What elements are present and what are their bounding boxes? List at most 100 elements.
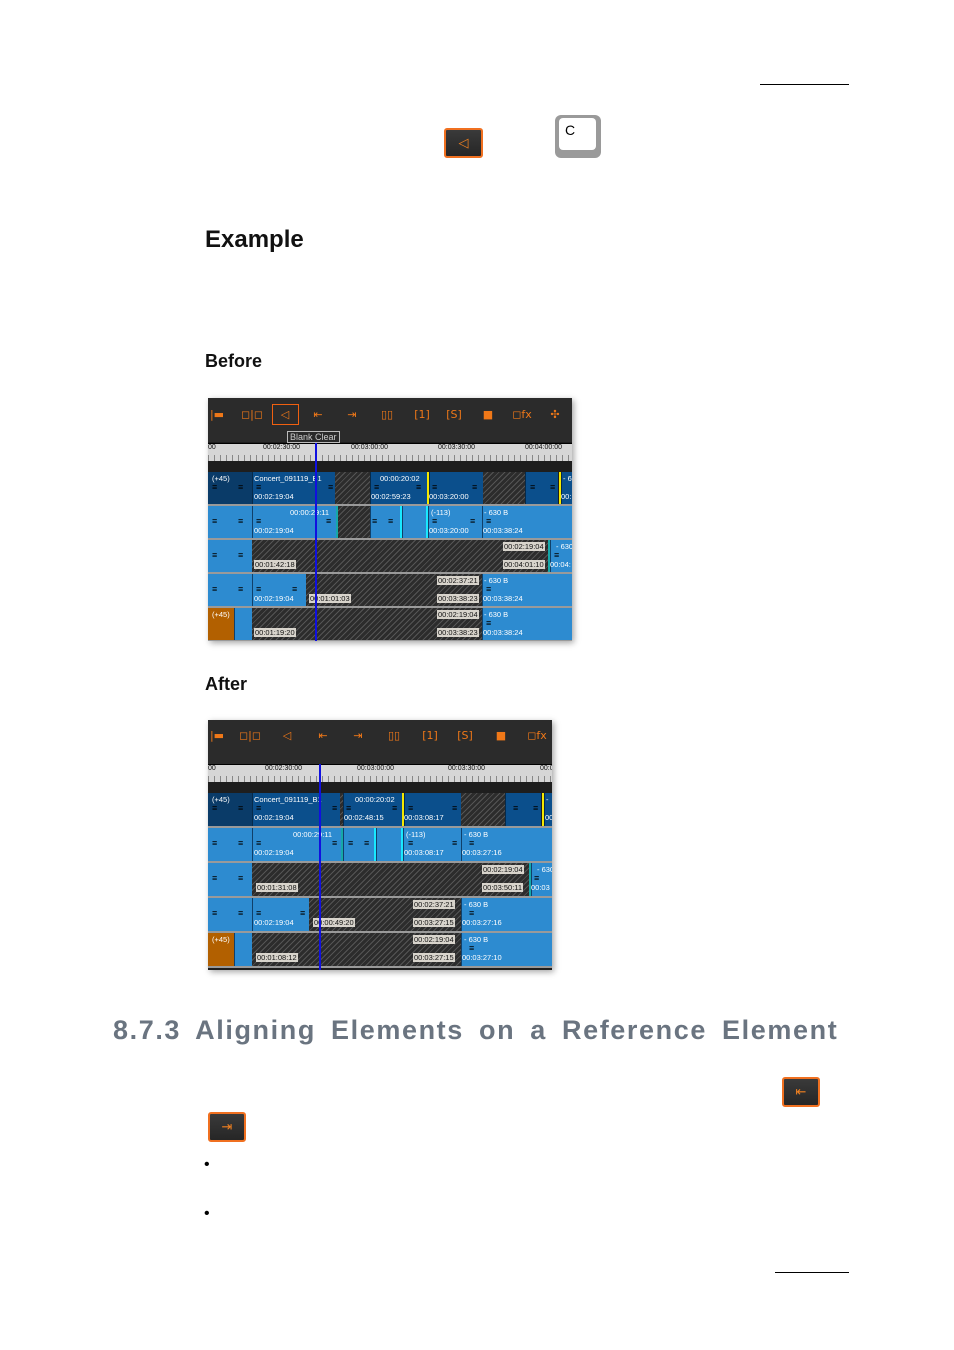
trim-icon[interactable]: |▬ bbox=[210, 408, 224, 421]
clip-label: (+45) bbox=[212, 610, 230, 619]
snap-icon[interactable]: ✣ bbox=[550, 408, 559, 421]
clip-label: 00:02:19:04 bbox=[254, 594, 294, 603]
track-row: ≡ ≡ ≡ ≡ ≡ ≡ ≡ ≡ ≡ ≡ (+45) Concert_091119_B1 00:02:19… bbox=[208, 472, 572, 504]
ruler-ticks bbox=[208, 776, 552, 782]
multi-track-icon[interactable]: ▯▯ bbox=[388, 729, 400, 742]
clip-handle-icon: ≡ bbox=[256, 482, 262, 492]
clip-label: 00:02:19:04 bbox=[254, 526, 294, 535]
section-heading: 8.7.3 Aligning Elements on a Reference E… bbox=[113, 1015, 839, 1045]
solo-track-icon[interactable]: [S] bbox=[446, 408, 462, 421]
ruler-label: 00:03:00:00 bbox=[351, 444, 388, 451]
color-icon[interactable]: ■ bbox=[483, 408, 493, 421]
clip-label: 00:03:08:17 bbox=[404, 848, 444, 857]
clip-handle-icon: ≡ bbox=[408, 803, 414, 813]
timeline-before-screenshot: |▬ ◻|◻ ◁ ⇤ ⇥ ▯▯ [1] [S] ■ ◻fx ✣ Blank Clear 00 00:02:… bbox=[208, 398, 572, 641]
document-page: ◁ C Example Before |▬ ◻|◻ ◁ ⇤ ⇥ ▯▯ [1] [S] ■ ◻fx ✣… bbox=[0, 0, 954, 1350]
clip-handle-icon: ≡ bbox=[332, 838, 338, 848]
clip-handle-icon: ≡ bbox=[292, 584, 298, 594]
track-1-icon[interactable]: [1] bbox=[414, 408, 430, 421]
clip[interactable] bbox=[402, 506, 426, 538]
track-row: ≡ ≡ ≡ 00:01:31:08 00:02:19:04 00:03:50:11 - 63… bbox=[208, 863, 552, 896]
blank-clear-icon: ◁ bbox=[458, 135, 469, 151]
trim-icon[interactable]: |▬ bbox=[210, 729, 224, 742]
clip-label: 00:03:27:10 bbox=[462, 953, 502, 962]
clip-label: - 630 B bbox=[484, 576, 509, 585]
bullet-1: • bbox=[204, 1156, 210, 1173]
clip-handle-icon: ≡ bbox=[256, 803, 262, 813]
clip-handle-icon: ≡ bbox=[300, 908, 306, 918]
clip-label: 00:02:19:04 bbox=[437, 610, 479, 619]
blank-gap[interactable] bbox=[335, 472, 370, 504]
align-left-reference-button: ⇤ bbox=[782, 1077, 820, 1107]
track-row: ≡ (+45) 00:01:08:12 00:02:19:04 00:03:27:15-… bbox=[208, 933, 552, 966]
align-right-icon[interactable]: ⇥ bbox=[347, 408, 356, 421]
clip-label: 00:03:50:11 bbox=[482, 883, 524, 892]
clip-label: 00:03:38:24 bbox=[483, 526, 523, 535]
clip-handle-icon: ≡ bbox=[256, 908, 262, 918]
blank-gap[interactable] bbox=[461, 793, 505, 826]
clip-handle-icon: ≡ bbox=[534, 873, 540, 883]
clip-handle-icon: ≡ bbox=[256, 516, 262, 526]
align-right-icon[interactable]: ⇥ bbox=[353, 729, 362, 742]
clip-label: 00:02:59:23 bbox=[371, 492, 411, 501]
clip-label: 00:04: bbox=[550, 560, 571, 569]
blank-gap[interactable] bbox=[338, 506, 370, 538]
clip-handle-icon: ≡ bbox=[238, 838, 244, 848]
timeline-ruler[interactable]: 00 00:02:30:00 00:03:00:00 00:03:30:00 00:0 bbox=[208, 764, 552, 782]
blank-gap[interactable] bbox=[483, 472, 525, 504]
playhead[interactable] bbox=[315, 443, 317, 641]
clip-label: 00:02:19:04 bbox=[254, 813, 294, 822]
clip-label: 00:03:20:00 bbox=[429, 526, 469, 535]
align-left-icon[interactable]: ⇤ bbox=[313, 408, 322, 421]
effects-icon[interactable]: ◻fx bbox=[527, 729, 547, 742]
footer-rule bbox=[775, 1272, 849, 1273]
effects-icon[interactable]: ◻fx bbox=[512, 408, 532, 421]
blank-clear-icon[interactable]: ◁ bbox=[283, 729, 291, 742]
clip-label: 00:03:27:16 bbox=[462, 918, 502, 927]
clip-handle-icon: ≡ bbox=[212, 803, 218, 813]
color-icon[interactable]: ■ bbox=[496, 729, 506, 742]
align-right-reference-button: ⇥ bbox=[208, 1112, 246, 1142]
track-row: ≡ ≡ ≡ ≡ ≡ ≡ ≡ ≡ ≡ 00:00:29:11 00:02:19:04 (-113) 00:… bbox=[208, 506, 572, 538]
clip-label: 00:00:20:02 bbox=[355, 795, 395, 804]
clip-label: - 6 bbox=[563, 474, 572, 483]
clip-handle-icon: ≡ bbox=[472, 482, 478, 492]
clip-handle-icon: ≡ bbox=[346, 803, 352, 813]
playhead[interactable] bbox=[319, 764, 321, 970]
clip-handle-icon: ≡ bbox=[212, 482, 218, 492]
track-1-icon[interactable]: [1] bbox=[422, 729, 438, 742]
clip-handle-icon: ≡ bbox=[374, 482, 380, 492]
clip-handle-icon: ≡ bbox=[486, 584, 492, 594]
timeline-after-screenshot: |▬ ◻|◻ ◁ ⇤ ⇥ ▯▯ [1] [S] ■ ◻fx 00 00:02:30:00 00:03:0… bbox=[208, 720, 552, 970]
ruler-label: 00:04:00:00 bbox=[525, 444, 562, 451]
split-icon[interactable]: ◻|◻ bbox=[239, 729, 261, 742]
ruler-ticks bbox=[208, 455, 572, 461]
split-icon[interactable]: ◻|◻ bbox=[241, 408, 263, 421]
clip[interactable] bbox=[234, 933, 252, 966]
clip[interactable] bbox=[234, 608, 252, 640]
clip-label: 00 bbox=[545, 813, 552, 822]
clip-label: 00:04:01:10 bbox=[503, 560, 545, 569]
timeline-ruler[interactable]: 00 00:02:30:00 00:03:00:00 00:03:30:00 00:04… bbox=[208, 443, 572, 461]
multi-track-icon[interactable]: ▯▯ bbox=[381, 408, 393, 421]
clip-handle-icon: ≡ bbox=[212, 584, 218, 594]
clip-handle-icon: ≡ bbox=[416, 482, 422, 492]
ruler-label: 00:03:30:00 bbox=[438, 444, 475, 451]
clip-label: - 630 B bbox=[484, 610, 509, 619]
clip-handle-icon: ≡ bbox=[470, 516, 476, 526]
align-left-icon[interactable]: ⇤ bbox=[318, 729, 327, 742]
clip-label: - 630 B bbox=[464, 830, 489, 839]
timeline-toolbar: |▬ ◻|◻ ◁ ⇤ ⇥ ▯▯ [1] [S] ■ ◻fx ✣ bbox=[208, 398, 572, 442]
ruler-label: 00:0 bbox=[540, 765, 552, 772]
clip-label: 00:03 bbox=[531, 883, 550, 892]
clip-handle-icon: ≡ bbox=[469, 908, 475, 918]
solo-track-icon[interactable]: [S] bbox=[457, 729, 473, 742]
clip-handle-icon: ≡ bbox=[408, 838, 414, 848]
clip[interactable] bbox=[376, 828, 401, 861]
clip-label: (-113) bbox=[406, 830, 426, 839]
clip-handle-icon: ≡ bbox=[328, 482, 334, 492]
clip-label: 00:03:27:16 bbox=[462, 848, 502, 857]
clip-label: 00:02:37:21 bbox=[413, 900, 455, 909]
clip-handle-icon: ≡ bbox=[212, 550, 218, 560]
clip-handle-icon: ≡ bbox=[238, 803, 244, 813]
